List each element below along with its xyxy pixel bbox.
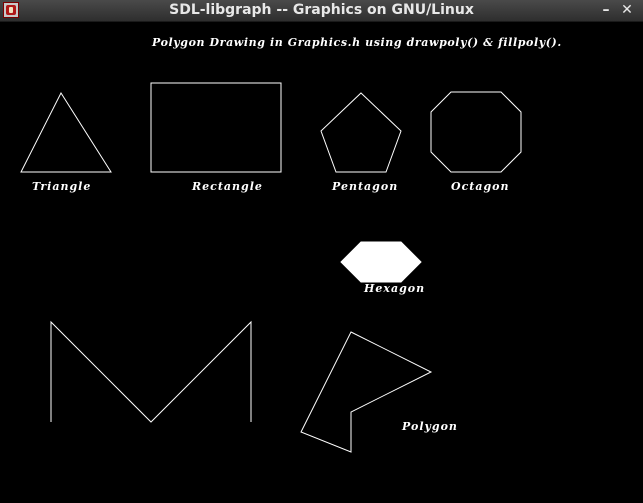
pentagon-label: Pentagon bbox=[331, 180, 398, 193]
title-bar[interactable]: SDL-libgraph -- Graphics on GNU/Linux – … bbox=[0, 0, 643, 22]
rectangle-shape bbox=[150, 82, 282, 173]
graphics-canvas: Polygon Drawing in Graphics.h using draw… bbox=[0, 22, 643, 503]
hexagon-filled-shape bbox=[340, 241, 422, 283]
rectangle-label: Rectangle bbox=[191, 180, 263, 193]
polygon-shape bbox=[300, 331, 433, 453]
octagon-label: Octagon bbox=[451, 180, 510, 193]
minimize-button[interactable]: – bbox=[598, 0, 614, 21]
triangle-label: Triangle bbox=[32, 180, 91, 193]
hexagon-label: Hexagon bbox=[363, 282, 425, 295]
window-title: SDL-libgraph -- Graphics on GNU/Linux bbox=[169, 2, 474, 18]
polygon-label: Polygon bbox=[401, 420, 458, 433]
pentagon-shape bbox=[320, 92, 402, 173]
open-polyline-shape bbox=[50, 320, 252, 423]
octagon-shape bbox=[430, 91, 522, 173]
triangle-shape bbox=[20, 91, 112, 173]
heading-text: Polygon Drawing in Graphics.h using draw… bbox=[151, 36, 562, 49]
sdl-window: SDL-libgraph -- Graphics on GNU/Linux – … bbox=[0, 0, 643, 503]
close-button[interactable]: ✕ bbox=[619, 0, 635, 21]
drawing-surface: Polygon Drawing in Graphics.h using draw… bbox=[20, 36, 562, 453]
